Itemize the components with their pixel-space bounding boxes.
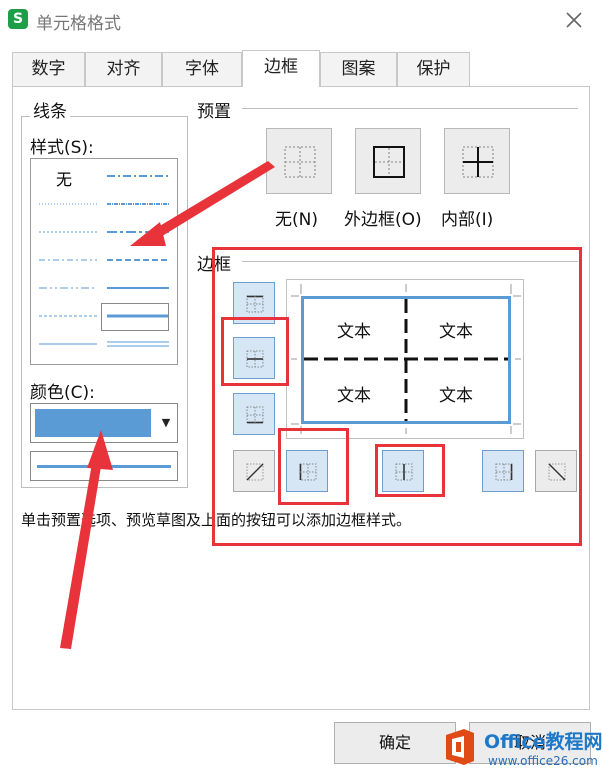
app-logo-icon: S (8, 9, 28, 29)
color-label: 颜色(C): (30, 383, 95, 403)
preset-none-icon (284, 146, 316, 178)
line-style-options (39, 175, 169, 347)
tab-border[interactable]: 边框 (242, 50, 320, 87)
title-bar: S 单元格格式 (0, 0, 602, 40)
preset-none-button[interactable] (266, 128, 332, 194)
preset-inside-button[interactable] (444, 128, 510, 194)
tab-protection[interactable]: 保护 (397, 52, 470, 86)
annotation-inside-vertical-highlight (375, 444, 445, 497)
preset-inside-label: 内部(I) (441, 210, 494, 230)
tab-pattern[interactable]: 图案 (320, 52, 397, 86)
color-line-preview (30, 451, 178, 481)
line-group-label: 线条 (30, 97, 70, 122)
annotation-border-area-highlight (212, 247, 582, 546)
style-label: 样式(S): (30, 138, 94, 158)
color-line-sample (37, 465, 171, 468)
preset-outline-label: 外边框(O) (344, 210, 422, 230)
close-button[interactable] (560, 6, 588, 34)
color-swatch (35, 409, 151, 437)
dialog-title: 单元格格式 (36, 14, 121, 34)
annotation-inside-horizontal-highlight (221, 317, 289, 386)
watermark-url: www.office26.com (488, 754, 598, 768)
preset-none-label: 无(N) (275, 210, 318, 230)
line-style-none[interactable]: 无 (56, 166, 72, 190)
preset-outline-button[interactable] (355, 128, 421, 194)
preset-divider (242, 108, 578, 109)
office-logo-icon (446, 729, 474, 765)
close-icon (566, 12, 582, 28)
chevron-down-icon[interactable]: ▼ (155, 404, 177, 442)
watermark: Office教程网 www.office26.com (440, 718, 602, 778)
tab-alignment[interactable]: 对齐 (85, 52, 162, 86)
color-dropdown[interactable]: ▼ (30, 403, 178, 443)
preset-group-label: 预置 (197, 102, 231, 122)
ok-button[interactable]: 确定 (334, 722, 456, 764)
watermark-title: Office教程网 (484, 731, 602, 753)
tab-bar: 数字 对齐 字体 边框 图案 保护 (12, 50, 592, 87)
tab-number[interactable]: 数字 (12, 52, 85, 86)
tab-font[interactable]: 字体 (162, 52, 242, 86)
preset-outline-icon (373, 146, 405, 178)
line-style-list[interactable] (30, 158, 178, 365)
preset-inside-icon (462, 146, 494, 178)
annotation-left-border-highlight (278, 428, 349, 505)
selected-line-style (101, 303, 169, 331)
